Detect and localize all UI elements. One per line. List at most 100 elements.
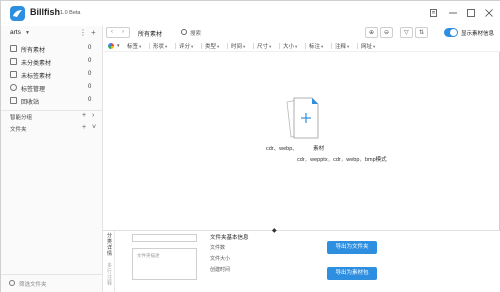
chevron-down-icon: ▼ [25,30,30,36]
maximize-icon[interactable] [465,7,477,19]
filter-annotation[interactable]: 标注▾ [309,42,323,50]
settings-icon[interactable]: ⋮ [79,29,87,37]
filter-rating[interactable]: 评分▾ [179,42,193,50]
folder-info-heading: 文件夹基本信息 [210,235,249,241]
filter-size[interactable]: 大小▾ [283,42,297,50]
tag-manage-icon [10,84,17,91]
filter-bar: ▼ 标签▾ 形状▾ 评分▾ 类型▾ 时间▾ 尺寸▾ 大小▾ 标注▾ 注释▾ 网址… [103,40,500,52]
page-title: 所有素材 [138,32,163,38]
zoom-in-button[interactable]: ⊕ [365,27,378,38]
sidebar-item-label: 标签管理 [21,87,46,93]
search-input[interactable]: 搜索 [181,27,271,38]
app-logo-icon [10,6,25,21]
chevron-down-icon: ▼ [116,43,121,48]
zoom-in-icon: ⊕ [369,30,375,36]
library-name: arts [10,29,21,36]
divider [201,43,202,49]
sidebar-item-tag-manage[interactable]: 标签管理 0 [1,82,103,94]
add-files-icon[interactable] [284,96,324,146]
app-name: Billfish [30,7,61,17]
empty-hint-line2: cdr，wepptx，cdr，webp，bmp模式 [297,157,387,163]
sidebar: arts ▼ ⋮ + 所有素材 0 未分类素材 0 未标签素材 0 标签管理 0… [1,26,103,292]
divider [1,110,102,111]
add-smart-group-icon[interactable]: + [82,112,86,119]
drag-handle-icon[interactable]: ◆ [272,227,277,234]
section-folders: 文件夹 [10,127,27,133]
sidebar-item-label: 未分类素材 [21,61,52,67]
filter-tags[interactable]: 标签▾ [127,42,141,50]
search-icon [181,29,187,35]
sidebar-item-label: 所有素材 [21,48,46,54]
nav-buttons: ‹ › [106,27,130,38]
filter-dimensions[interactable]: 尺寸▾ [257,42,271,50]
forward-icon[interactable]: › [122,29,124,35]
filter-shape[interactable]: 形状▾ [153,42,167,50]
search-icon [9,280,15,286]
sort-button[interactable]: ⇅ [415,27,428,38]
sidebar-item-count: 0 [88,71,92,77]
divider [279,43,280,49]
filter-time[interactable]: 时间▾ [231,42,245,50]
sidebar-item-label: 未标签素材 [21,74,52,80]
filter-button[interactable]: ▽ [400,27,413,38]
divider [149,43,150,49]
inspector-panel: ◆ 分类详情 多行注释 文件夹描述 文件夹基本信息 文件数 文件大小 创建时间 … [103,227,500,292]
app-version: 1.0 Beta [60,10,81,16]
back-icon[interactable]: ‹ [111,29,113,35]
scrollbar[interactable] [496,52,499,230]
restore-icon[interactable] [428,7,440,19]
add-folder-icon[interactable]: + [82,124,86,131]
show-info-toggle[interactable] [444,28,458,37]
filter-notes[interactable]: 注释▾ [335,42,349,50]
toolbar: ‹ › 所有素材 搜索 ⊕ ⊖ ▽ ⇅ 显示素材信息 [103,26,500,40]
sidebar-item-all[interactable]: 所有素材 0 [1,43,103,55]
divider [305,43,306,49]
sort-icon: ⇅ [419,30,425,36]
trash-icon [10,97,17,104]
filter-url[interactable]: 网址▾ [361,42,375,50]
field-file-count: 文件数 [210,245,226,251]
show-info-label: 显示素材信息 [461,31,495,37]
sidebar-item-untagged[interactable]: 未标签素材 0 [1,69,103,81]
field-file-size: 文件大小 [210,256,231,262]
minimize-icon[interactable] [447,7,459,19]
close-icon[interactable] [483,7,495,19]
chevron-down-icon[interactable]: ˅ [92,124,96,131]
divider [253,43,254,49]
section-smart-groups: 智能分组 [10,115,33,121]
title-bar: Billfish 1.0 Beta [1,1,500,26]
divider [227,43,228,49]
zoom-out-icon: ⊖ [384,30,390,36]
folder-description-field[interactable]: 文件夹描述 [132,248,197,280]
sidebar-item-trash[interactable]: 回收站 0 [1,95,103,107]
filter-type[interactable]: 类型▾ [205,42,219,50]
sidebar-item-count: 0 [88,84,92,90]
divider [331,43,332,49]
zoom-out-button[interactable]: ⊖ [380,27,393,38]
folder-description-placeholder: 文件夹描述 [137,253,160,258]
chevron-right-icon[interactable]: › [92,112,94,119]
export-assets-button[interactable]: 导出为素材包 [327,267,377,280]
folder-name-field[interactable] [132,234,197,242]
app-window: Billfish 1.0 Beta arts ▼ ⋮ + 所有素材 0 未分类素… [0,0,500,292]
tab-notes[interactable]: 多行注释 [106,263,113,287]
library-switcher[interactable]: arts ▼ ⋮ + [1,26,103,40]
sidebar-item-count: 0 [88,58,92,64]
export-folder-button[interactable]: 导出为文件夹 [327,241,377,254]
unclassified-icon [10,58,17,65]
sidebar-item-count: 0 [88,97,92,103]
untagged-icon [10,71,17,78]
add-icon[interactable]: + [91,29,96,37]
sidebar-item-label: 回收站 [21,100,40,106]
filter-icon: ▽ [404,30,409,36]
field-created-time: 创建时间 [210,267,231,273]
folder-filter[interactable]: 筛选文件夹 [1,274,102,292]
color-filter-icon[interactable] [108,43,114,49]
search-placeholder: 搜索 [190,31,202,37]
empty-hint-line1: cdr、webp、 素材 [266,146,325,152]
tab-details[interactable]: 分类详情 [106,233,113,257]
sidebar-item-unclassified[interactable]: 未分类素材 0 [1,56,103,68]
folder-filter-input[interactable]: 筛选文件夹 [19,280,47,288]
all-items-icon [10,45,17,52]
sidebar-item-count: 0 [88,45,92,51]
